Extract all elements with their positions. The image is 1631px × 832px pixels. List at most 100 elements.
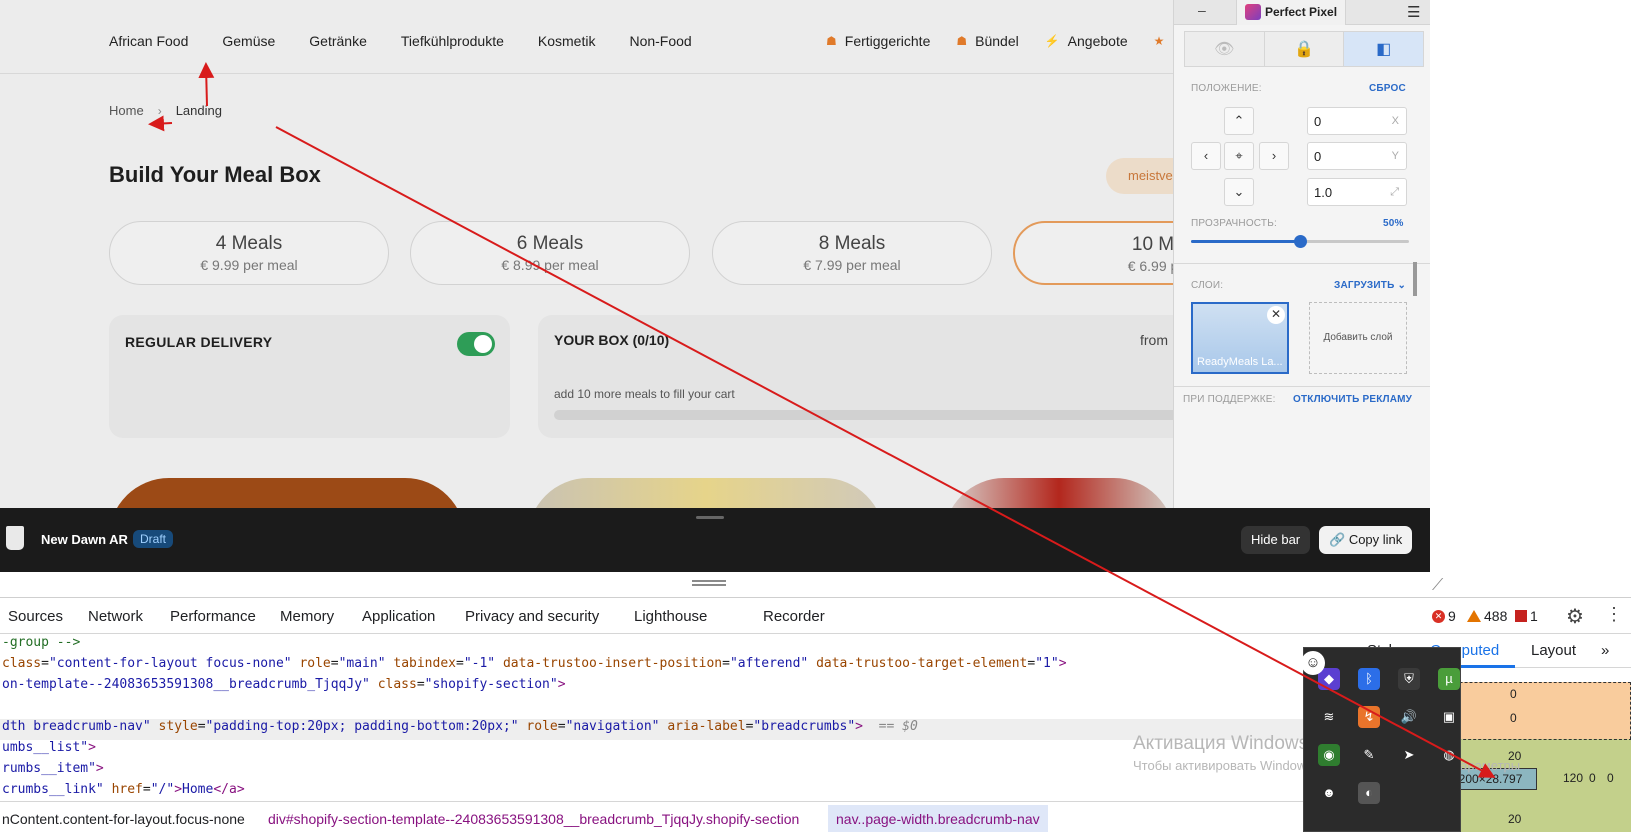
y-input[interactable]: 0Y [1307,142,1407,170]
nvidia-icon[interactable]: ◉ [1318,744,1340,766]
phone-link-icon[interactable]: ▣ [1438,706,1460,728]
dom-breadcrumb-item[interactable]: div#shopify-section-template--2408365359… [268,811,799,827]
move-down-button[interactable]: ⌄ [1224,178,1254,206]
devtools-resize-handle[interactable] [692,580,726,586]
dom-breadcrumb-item[interactable]: nav..page-width.breadcrumb-nav [828,805,1048,832]
error-count[interactable]: ✕ 9 [1432,608,1456,624]
padding-box: 0 20 g 1200×28.797 120 0 0 20 [1438,734,1631,832]
margin-top-value: 0 [1510,687,1517,701]
devtools-tab[interactable]: Performance [170,608,256,625]
more-options-icon[interactable]: ⋮ [1605,604,1623,625]
nav-featured-label: Angebote [1067,33,1128,49]
draft-badge: Draft [133,530,174,548]
layer-thumbnail[interactable]: ✕ ReadyMeals La... [1191,302,1289,374]
wifi-icon[interactable]: ≋ [1318,706,1340,728]
gear-icon[interactable]: ⚙ [1566,604,1584,629]
nav-item[interactable]: Kosmetik [538,33,596,49]
padding-right-value: 120 [1563,771,1584,785]
sync-icon[interactable]: ↯ [1358,706,1380,728]
opacity-slider[interactable] [1191,235,1409,248]
lock-icon[interactable]: 🔒 [1265,32,1345,66]
pp-reset-button[interactable]: СБРОС [1369,83,1406,94]
add-layer-button[interactable]: Добавить слой [1309,302,1407,374]
nav-item[interactable]: Tiefkühlprodukte [401,33,504,49]
discord-icon[interactable]: ☻ [1318,782,1340,804]
pen-icon[interactable]: ✎ [1358,744,1380,766]
warning-count[interactable]: 488 [1467,608,1507,624]
opacity-slider-fill [1191,240,1300,243]
code-line[interactable] [0,698,1355,719]
more-tabs-icon[interactable]: » [1601,642,1609,659]
torrent-icon[interactable]: µ [1438,668,1460,690]
devtools-tab[interactable]: Application [362,608,435,625]
layer-name: ReadyMeals La... [1197,356,1283,368]
hide-bar-button[interactable]: Hide bar [1241,526,1311,554]
meal-option-card[interactable]: 8 Meals € 7.99 per meal [712,221,992,285]
devtools-tab[interactable]: Memory [280,608,334,625]
pp-divider [1174,386,1430,387]
devtools-tab[interactable]: Sources [8,608,63,625]
scale-value: 1.0 [1314,185,1333,200]
eye-icon[interactable]: 👁 [1185,32,1265,66]
devtools-tab[interactable]: Lighthouse [634,608,707,625]
devtools-tab[interactable]: Privacy and security [465,608,599,625]
center-button[interactable]: ⌖ [1224,142,1254,170]
close-icon[interactable]: ✕ [1267,306,1285,324]
dom-breadcrumb-item[interactable]: nContent.content-for-layout.focus-none [2,811,245,827]
nav-featured-item[interactable]: ☗ Fertiggerichte [826,33,930,49]
move-left-button[interactable]: ‹ [1191,142,1221,170]
hamburger-menu-icon[interactable]: ☰ [1407,3,1420,21]
viewport-resize-handle[interactable] [1413,262,1417,296]
scale-input[interactable]: 1.0 ⤢ [1307,178,1407,206]
nav-item[interactable]: Gemüse [222,33,275,49]
bar-drag-handle[interactable] [696,516,724,519]
pp-disable-ads-link[interactable]: ОТКЛЮЧИТЬ РЕКЛАМУ [1293,394,1412,405]
devtools-tab[interactable]: Recorder [763,608,825,625]
bluetooth-icon[interactable]: ᛒ [1358,668,1380,690]
nav-item[interactable]: Getränke [309,33,367,49]
window-resize-grip-icon[interactable]: ⟋ [1432,577,1443,595]
telegram-icon[interactable]: ➤ [1398,744,1420,766]
elements-tree: -group --> class="content-for-layout focu… [0,634,1355,799]
border-right-value: 0 [1589,771,1596,785]
code-line[interactable]: class="content-for-layout focus-none" ro… [0,656,1355,677]
x-input[interactable]: 0X [1307,107,1407,135]
nav-item[interactable]: Non-Food [629,33,691,49]
nav-featured-label: Bündel [975,33,1019,49]
breadcrumb-home-link[interactable]: Home [109,103,144,118]
nav-featured-item[interactable]: ⚡ Angebote [1045,33,1128,49]
pp-load-button[interactable]: ЗАГРУЗИТЬ ⌄ [1334,280,1406,291]
meal-option-title: 4 Meals [215,233,283,254]
food-image-1[interactable] [109,478,465,508]
dom-breadcrumb: nContent.content-for-layout.focus-none di… [0,801,1355,832]
devtools-tab[interactable]: Network [88,608,143,625]
meal-option-price: € 7.99 per meal [803,257,901,273]
accessibility-icon[interactable]: ☺ [1301,651,1325,675]
copy-link-button[interactable]: 🔗 Copy link [1319,526,1413,554]
meal-option-card[interactable]: 6 Meals € 8.99 per meal [410,221,690,285]
delivery-toggle[interactable] [457,332,495,356]
code-line[interactable]: on-template--24083653591308__breadcrumb_… [0,677,1355,698]
code-line[interactable]: -group --> [0,635,1355,656]
shield-icon[interactable]: ⛨ [1398,668,1420,690]
app-tray-icon-2[interactable]: ◍ [1438,744,1460,766]
pp-minimize-button[interactable]: – [1198,2,1206,18]
opacity-slider-handle[interactable] [1294,235,1307,248]
meal-option-price: € 9.99 per meal [200,257,298,273]
issue-count[interactable]: 1 [1515,608,1538,624]
move-up-button[interactable]: ⌃ [1224,107,1254,135]
nav-featured-item[interactable]: ★ [1154,33,1173,49]
food-image-2[interactable] [528,478,884,508]
nav-item[interactable]: African Food [109,33,188,49]
code-line[interactable]: crumbs__link" href="/">Home</a> [0,782,1355,803]
food-image-3[interactable] [944,478,1174,508]
speaker-icon[interactable]: 🔊 [1398,706,1420,728]
meal-option-title: 6 Meals [516,233,584,254]
nav-featured-item[interactable]: ☗ Bündel [956,33,1018,49]
invert-icon[interactable]: ◧ [1344,32,1424,66]
move-right-button[interactable]: › [1259,142,1289,170]
tab-layout[interactable]: Layout [1531,642,1576,659]
app-tray-icon-3[interactable]: ◐ [1358,782,1380,804]
website-viewport: African Food Gemüse Getränke Tiefkühlproduk… [0,0,1430,508]
meal-option-card[interactable]: 4 Meals € 9.99 per meal [109,221,389,285]
